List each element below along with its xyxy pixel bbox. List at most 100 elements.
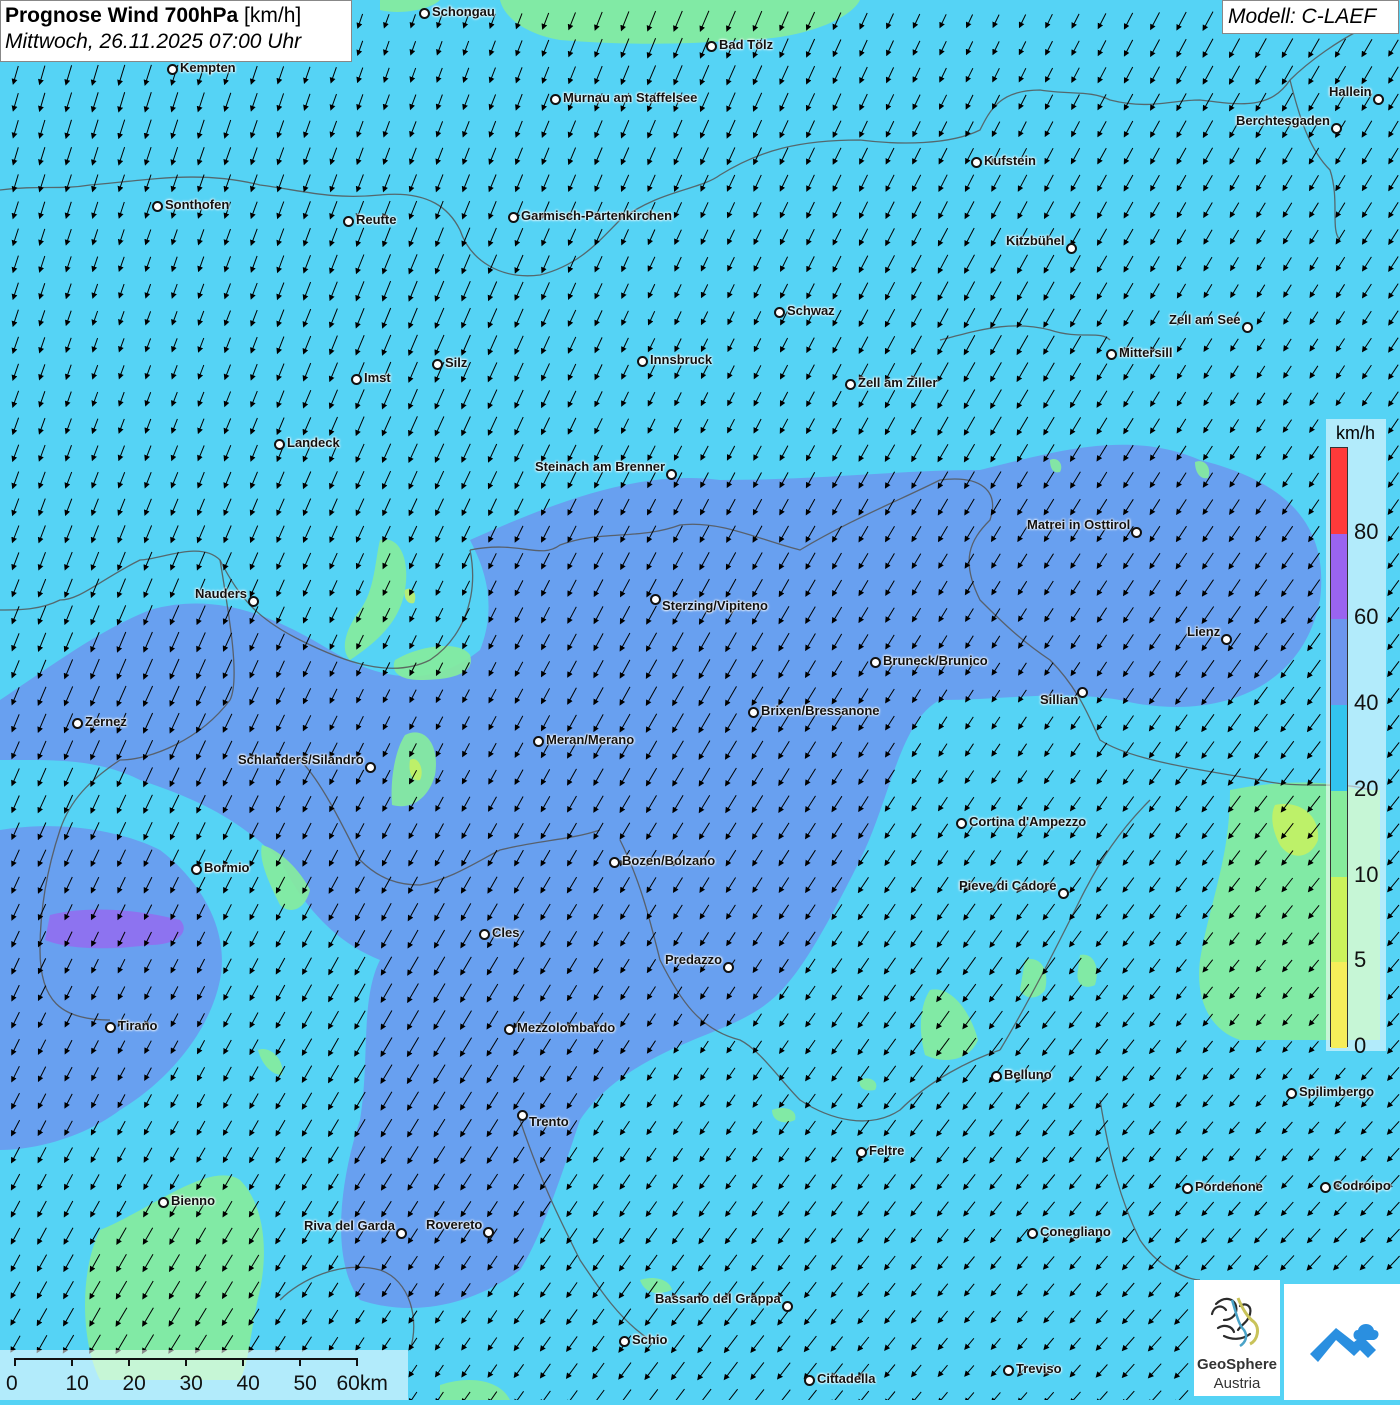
legend-color-segment (1331, 962, 1347, 1048)
legend-tick-label: 10 (1354, 861, 1379, 887)
city-label: Predazzo (665, 952, 723, 967)
city-marker (618, 1335, 630, 1347)
scale-tick (14, 1358, 16, 1366)
legend-color-segment (1331, 705, 1347, 791)
city-marker (1130, 526, 1142, 538)
city-label: Murnau am Staffelsee (563, 90, 698, 105)
scale-label: 40 (236, 1372, 260, 1395)
city-marker (803, 1374, 815, 1386)
legend-tick-label: 20 (1354, 775, 1379, 801)
city-marker (190, 863, 202, 875)
city-marker (151, 200, 163, 212)
legend-tick-label: 0 (1354, 1033, 1367, 1058)
scale-tick (128, 1358, 130, 1366)
city-label: Bassano del Grappa (655, 1291, 781, 1306)
city-label: Trento (529, 1114, 569, 1129)
scale-label: 30 (179, 1372, 203, 1395)
city-marker (364, 761, 376, 773)
city-marker (844, 378, 856, 390)
city-label: Sterzing/Vipiteno (662, 598, 768, 613)
city-marker (1181, 1182, 1193, 1194)
city-label: Innsbruck (650, 352, 713, 367)
city-label: Sonthofen (165, 197, 230, 212)
city-label: Cittadella (817, 1371, 876, 1386)
city-marker (1002, 1364, 1014, 1376)
scale-tick (242, 1358, 244, 1366)
city-marker (1105, 348, 1117, 360)
legend-color-segment (1331, 619, 1347, 706)
city-label: Riva del Garda (304, 1218, 396, 1233)
city-label: Zernez (85, 714, 127, 729)
city-label: Belluno (1004, 1067, 1052, 1082)
city-label: Silz (445, 355, 468, 370)
city-label: Brixen/Bressanone (761, 703, 880, 718)
legend-color-segment (1331, 533, 1347, 620)
city-label: Tirano (118, 1018, 158, 1033)
city-label: Kufstein (984, 153, 1036, 168)
scale-label: 50 (293, 1372, 317, 1395)
city-marker (503, 1023, 515, 1035)
city-marker (1330, 122, 1342, 134)
title-unit: [km/h] (244, 4, 302, 27)
city-label: Berchtesgaden (1236, 113, 1330, 128)
scale-tick (299, 1358, 301, 1366)
city-label: Garmisch-Partenkirchen (521, 208, 673, 223)
city-label: Pieve di Cadore (959, 878, 1057, 893)
city-marker (157, 1196, 169, 1208)
city-marker (507, 211, 519, 223)
geosphere-logo[interactable]: GeoSphere Austria (1194, 1280, 1280, 1396)
city-label: Bienno (171, 1193, 216, 1208)
city-label: Hallein (1329, 84, 1372, 99)
app-mountain-icon (1310, 1324, 1379, 1362)
city-label: Cortina d'Ampezzo (969, 814, 1087, 829)
city-marker (71, 717, 83, 729)
city-marker (350, 373, 362, 385)
city-marker (532, 735, 544, 747)
city-marker (608, 856, 620, 868)
city-label: Steinach am Brenner (535, 459, 666, 474)
geosphere-emblem-icon (1210, 1297, 1259, 1348)
city-label: Matrei in Osttirol (1027, 517, 1131, 532)
city-label: Landeck (287, 435, 340, 450)
city-marker (722, 961, 734, 973)
legend-color-segment (1331, 790, 1347, 877)
weather-app-logo[interactable] (1284, 1284, 1400, 1400)
city-label: Spilimbergo (1299, 1084, 1375, 1099)
logo-name-line2: Austria (1213, 1375, 1261, 1392)
city-label: Reutte (356, 212, 397, 227)
city-label: Schongau (432, 4, 495, 19)
model-label: Modell: C-LAEF (1222, 0, 1399, 34)
legend-unit: km/h (1336, 423, 1376, 443)
city-marker (478, 928, 490, 940)
city-marker (516, 1109, 528, 1121)
legend-color-segment (1331, 448, 1347, 534)
city-marker (1285, 1087, 1297, 1099)
scale-tick (356, 1358, 358, 1366)
city-marker (781, 1300, 793, 1312)
city-marker (166, 63, 178, 75)
city-marker (636, 355, 648, 367)
legend-tick-label: 40 (1354, 690, 1379, 716)
city-marker (1319, 1181, 1331, 1193)
city-label: Feltre (869, 1143, 905, 1158)
city-label: Imst (364, 370, 391, 385)
city-label: Zell am See (1169, 312, 1241, 327)
distance-scale: 0 10 20 30 40 50 60km (0, 1350, 408, 1400)
legend-tick-label: 60 (1354, 604, 1379, 630)
legend-tick-label: 80 (1354, 518, 1379, 544)
city-marker (1241, 321, 1253, 333)
city-marker (1372, 93, 1384, 105)
city-marker (990, 1070, 1002, 1082)
city-marker (855, 1146, 867, 1158)
city-marker (418, 7, 430, 19)
city-label: Mittersill (1119, 345, 1173, 360)
city-marker (549, 93, 561, 105)
city-label: Sillian (1040, 692, 1079, 707)
city-label: Bruneck/Brunico (883, 653, 988, 668)
city-label: Conegliano (1040, 1224, 1111, 1239)
logo-name-line1: GeoSphere (1196, 1356, 1278, 1373)
city-marker (247, 595, 259, 607)
color-legend: km/h 80 60 40 20 10 5 0 (1326, 419, 1386, 1058)
legend-colorbar (1330, 447, 1348, 1048)
scale-tick (71, 1358, 73, 1366)
